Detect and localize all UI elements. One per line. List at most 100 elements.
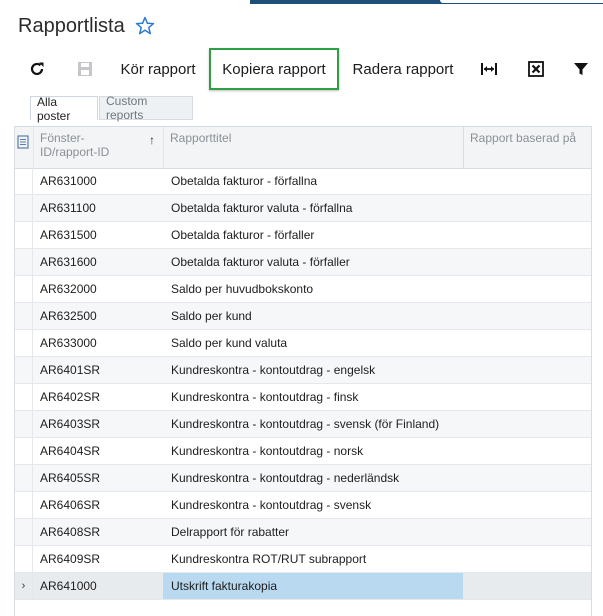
report-grid: Fönster-ID/rapport-ID ↑ Rapporttitel Rap…	[14, 126, 592, 616]
cell-report-base[interactable]	[463, 357, 591, 383]
filter-icon	[574, 63, 588, 75]
table-row[interactable]: AR633000 Saldo per kund valuta	[15, 330, 591, 357]
cell-report-base[interactable]	[463, 465, 591, 491]
cell-report-title[interactable]: Kundreskontra - kontoutdrag - engelsk	[163, 357, 463, 383]
cell-report-id[interactable]: AR631000	[33, 168, 163, 194]
cell-report-id[interactable]: AR631600	[33, 249, 163, 275]
column-header-id[interactable]: Fönster-ID/rapport-ID ↑	[33, 127, 163, 168]
app-top-bar	[0, 0, 603, 4]
cell-report-id[interactable]: AR6402SR	[33, 384, 163, 410]
table-row[interactable]: AR6403SR Kundreskontra - kontoutdrag - sv…	[15, 411, 591, 438]
cell-report-id[interactable]: AR631100	[33, 195, 163, 221]
cell-report-base[interactable]	[463, 276, 591, 302]
cell-report-base[interactable]	[463, 438, 591, 464]
cell-report-id[interactable]: AR641000	[33, 573, 163, 599]
cell-report-title[interactable]: Obetalda fakturor - förfallna	[163, 168, 463, 194]
table-row[interactable]: AR6404SR Kundreskontra - kontoutdrag - no…	[15, 438, 591, 465]
cell-report-title[interactable]: Obetalda fakturor - förfaller	[163, 222, 463, 248]
sort-ascending-icon: ↑	[149, 133, 155, 147]
cell-report-title[interactable]: Utskrift fakturakopia	[163, 573, 463, 599]
fit-columns-button[interactable]	[478, 48, 500, 90]
table-row[interactable]: AR631000 Obetalda fakturor - förfallna	[15, 168, 591, 195]
cell-report-title[interactable]: Obetalda fakturor valuta - förfaller	[163, 249, 463, 275]
table-row[interactable]: AR6401SR Kundreskontra - kontoutdrag - en…	[15, 357, 591, 384]
row-selector[interactable]	[15, 546, 33, 572]
table-row[interactable]: AR632500 Saldo per kund	[15, 303, 591, 330]
cell-report-base[interactable]	[463, 330, 591, 356]
save-button[interactable]	[74, 48, 96, 90]
table-row[interactable]: AR6402SR Kundreskontra - kontoutdrag - fi…	[15, 384, 591, 411]
cell-report-title[interactable]: Kundreskontra - kontoutdrag - nederländs…	[163, 465, 463, 491]
table-row[interactable]: AR6405SR Kundreskontra - kontoutdrag - ne…	[15, 465, 591, 492]
table-row[interactable]: AR6406SR Kundreskontra - kontoutdrag - sv…	[15, 492, 591, 519]
table-row[interactable]: AR6409SR Kundreskontra ROT/RUT subrapport	[15, 546, 591, 573]
cell-report-title[interactable]: Kundreskontra ROT/RUT subrapport	[163, 546, 463, 572]
cell-report-id[interactable]: AR6403SR	[33, 411, 163, 437]
cell-report-title[interactable]: Kundreskontra - kontoutdrag - finsk	[163, 384, 463, 410]
cell-report-title[interactable]: Saldo per kund valuta	[163, 330, 463, 356]
run-report-button[interactable]: Kör rapport	[114, 48, 202, 90]
column-settings-button[interactable]	[15, 127, 33, 168]
table-row[interactable]: › AR641000 Utskrift fakturakopia	[15, 573, 591, 600]
row-selector[interactable]	[15, 492, 33, 518]
cell-report-base[interactable]	[463, 411, 591, 437]
cell-report-base[interactable]	[463, 519, 591, 545]
cell-report-title[interactable]: Kundreskontra - kontoutdrag - svensk	[163, 492, 463, 518]
cell-report-id[interactable]: AR633000	[33, 330, 163, 356]
row-selector[interactable]	[15, 222, 33, 248]
row-selector[interactable]	[15, 519, 33, 545]
title-row: Rapportlista	[18, 12, 155, 40]
cell-report-id[interactable]: AR6401SR	[33, 357, 163, 383]
cell-report-title[interactable]: Kundreskontra - kontoutdrag - svensk (fö…	[163, 411, 463, 437]
filter-button[interactable]	[570, 48, 592, 90]
row-selector[interactable]	[15, 357, 33, 383]
cell-report-id[interactable]: AR632500	[33, 303, 163, 329]
current-row-indicator-icon[interactable]: ›	[15, 573, 33, 599]
cell-report-id[interactable]: AR631500	[33, 222, 163, 248]
cell-report-base[interactable]	[463, 573, 591, 599]
cell-report-base[interactable]	[463, 222, 591, 248]
cell-report-title[interactable]: Kundreskontra - kontoutdrag - norsk	[163, 438, 463, 464]
row-selector[interactable]	[15, 438, 33, 464]
cell-report-title[interactable]: Obetalda fakturor valuta - förfallna	[163, 195, 463, 221]
cell-report-id[interactable]: AR6405SR	[33, 465, 163, 491]
cell-report-id[interactable]: AR632000	[33, 276, 163, 302]
row-selector[interactable]	[15, 330, 33, 356]
favorite-star-icon[interactable]	[135, 16, 155, 36]
row-selector[interactable]	[15, 195, 33, 221]
cell-report-base[interactable]	[463, 168, 591, 194]
cell-report-base[interactable]	[463, 384, 591, 410]
column-header-base-label: Rapport baserad på	[470, 131, 577, 145]
row-selector[interactable]	[15, 303, 33, 329]
table-row[interactable]: AR632000 Saldo per huvudbokskonto	[15, 276, 591, 303]
row-selector[interactable]	[15, 276, 33, 302]
row-selector[interactable]	[15, 249, 33, 275]
cell-report-id[interactable]: AR6404SR	[33, 438, 163, 464]
cell-report-id[interactable]: AR6408SR	[33, 519, 163, 545]
table-row[interactable]: AR631600 Obetalda fakturor valuta - förfa…	[15, 249, 591, 276]
cell-report-title[interactable]: Delrapport för rabatter	[163, 519, 463, 545]
column-header-base[interactable]: Rapport baserad på	[463, 127, 591, 168]
cell-report-title[interactable]: Saldo per huvudbokskonto	[163, 276, 463, 302]
table-row[interactable]: AR631100 Obetalda fakturor valuta - förfa…	[15, 195, 591, 222]
row-selector[interactable]	[15, 168, 33, 194]
row-selector[interactable]	[15, 384, 33, 410]
row-selector[interactable]	[15, 411, 33, 437]
cell-report-base[interactable]	[463, 249, 591, 275]
export-excel-button[interactable]	[525, 48, 547, 90]
refresh-button[interactable]	[26, 48, 48, 90]
column-header-title[interactable]: Rapporttitel	[163, 127, 463, 168]
delete-report-button[interactable]: Radera rapport	[348, 48, 458, 90]
tab-custom-reports[interactable]: Custom reports	[99, 94, 193, 122]
row-selector[interactable]	[15, 465, 33, 491]
cell-report-base[interactable]	[463, 303, 591, 329]
cell-report-id[interactable]: AR6409SR	[33, 546, 163, 572]
table-row[interactable]: AR6408SR Delrapport för rabatter	[15, 519, 591, 546]
cell-report-base[interactable]	[463, 492, 591, 518]
tab-all-records[interactable]: Alla poster	[30, 95, 98, 123]
cell-report-base[interactable]	[463, 546, 591, 572]
cell-report-id[interactable]: AR6406SR	[33, 492, 163, 518]
table-row[interactable]: AR631500 Obetalda fakturor - förfaller	[15, 222, 591, 249]
cell-report-base[interactable]	[463, 195, 591, 221]
cell-report-title[interactable]: Saldo per kund	[163, 303, 463, 329]
